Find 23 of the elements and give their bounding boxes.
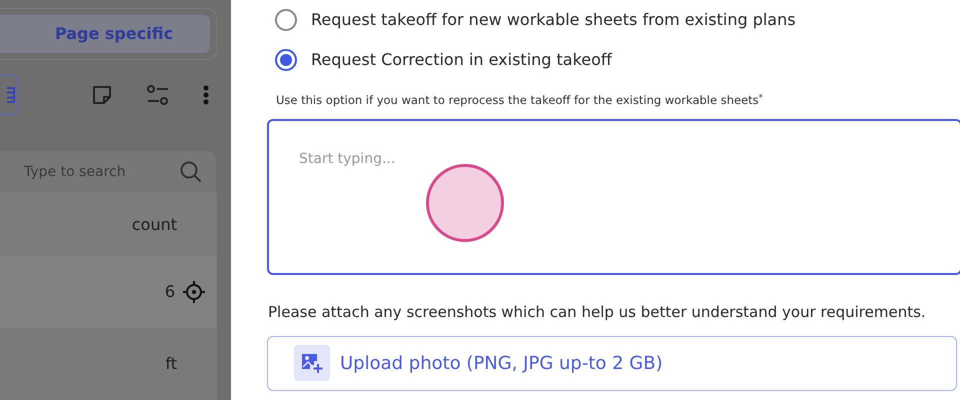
table-cell-text: ft	[165, 353, 177, 375]
hint-text: Use this option if you want to reprocess the takeoff for the existing workable sheets$^{*}$	[276, 92, 764, 109]
kebab-icon	[203, 84, 209, 104]
sliders-icon	[147, 84, 169, 104]
column-header: count	[132, 214, 177, 236]
search-field[interactable]: Type to search	[0, 151, 216, 193]
more-button[interactable]	[203, 84, 209, 104]
upload-button[interactable]: Upload photo (PNG, JPG up-to 2 GB)	[267, 336, 957, 391]
table-cell-text: 6	[164, 281, 175, 303]
add-image-icon	[301, 352, 323, 374]
radio-option[interactable]: Request takeoff for new workable sheets from existing plans	[277, 0, 960, 40]
list-icon	[7, 86, 15, 102]
note-icon	[93, 86, 111, 104]
target-icon[interactable]	[183, 281, 205, 303]
radio-option[interactable]: Request Correction in existing takeoff	[277, 40, 960, 80]
search-input[interactable]: Type to search	[22, 160, 162, 184]
details-field[interactable]: Start typing...	[267, 119, 960, 276]
search-icon	[180, 161, 202, 183]
attach-prompt: Please attach any screenshots which can help us better understand your requirements.	[268, 302, 927, 324]
filter-button[interactable]	[147, 84, 169, 104]
radio-button[interactable]	[275, 9, 297, 31]
radio-button[interactable]	[275, 49, 297, 71]
note-button[interactable]	[93, 86, 111, 104]
